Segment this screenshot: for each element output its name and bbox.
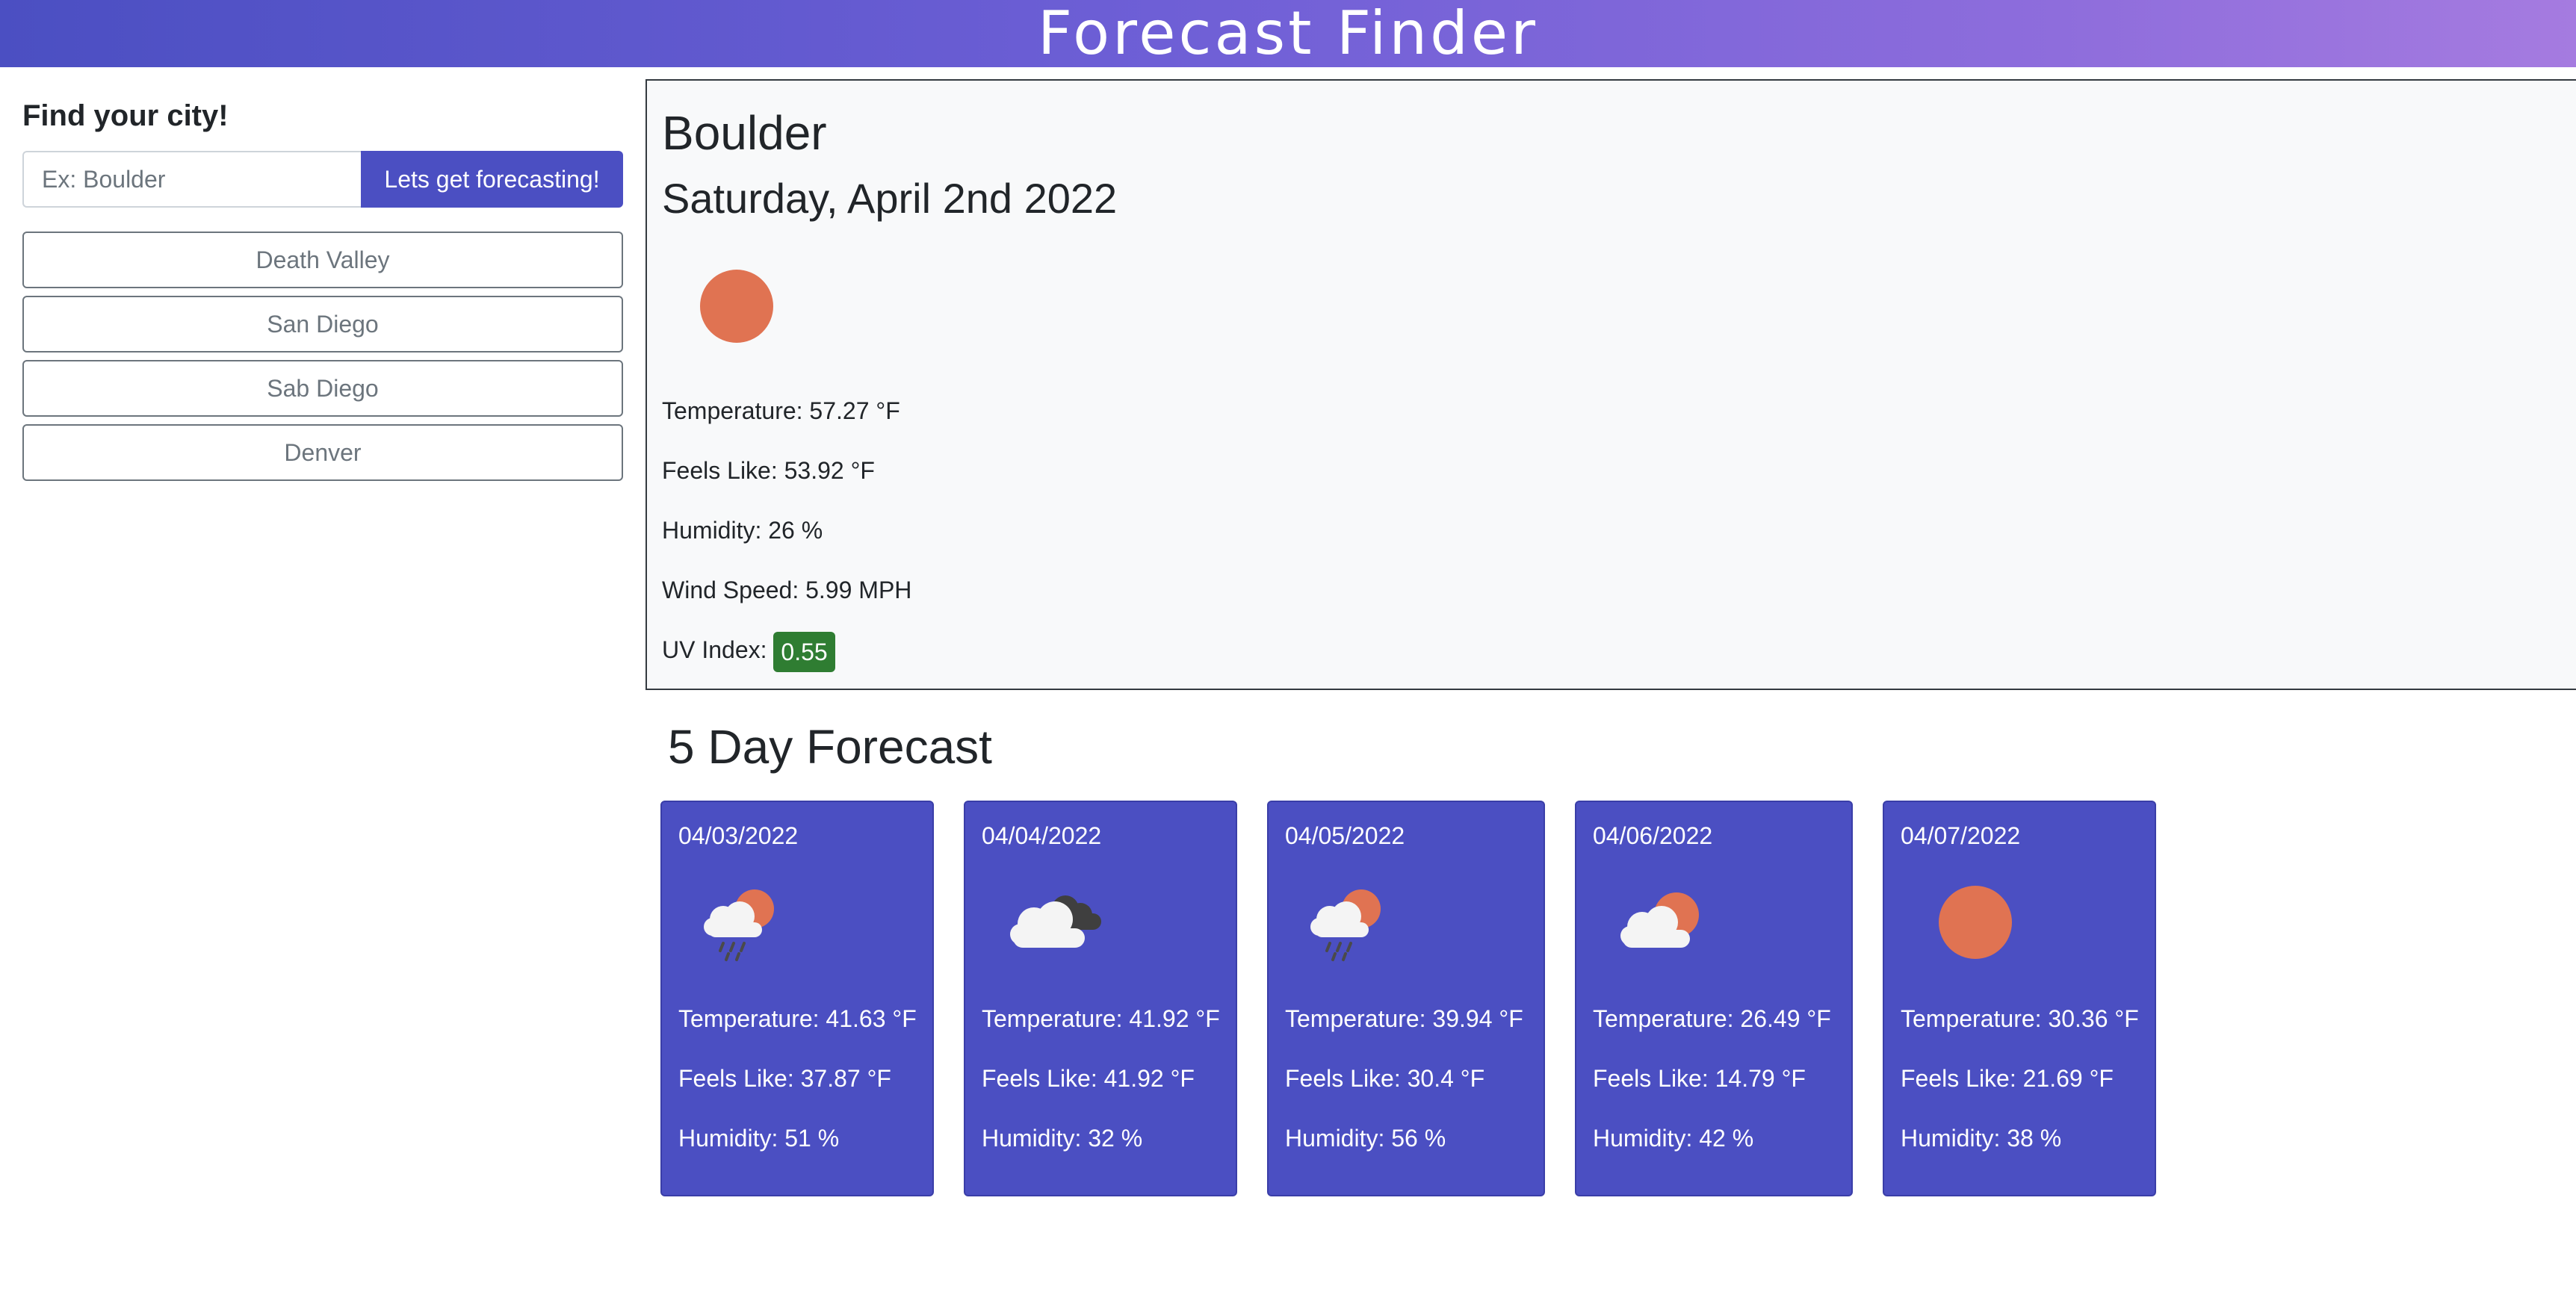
search-form: Lets get forecasting!: [22, 151, 623, 208]
history-item-death-valley[interactable]: Death Valley: [22, 232, 623, 288]
search-heading: Find your city!: [22, 99, 229, 132]
sidebar: Find your city! Lets get forecasting! De…: [22, 90, 623, 488]
current-wind-speed: Wind Speed: 5.99 MPH: [662, 577, 912, 603]
search-history: Death Valley San Diego Sab Diego Denver: [22, 232, 623, 481]
current-weather-panel: Boulder Saturday, April 2nd 2022 Tempera…: [645, 79, 2576, 690]
forecast-card: 04/03/2022 Temperature: 41.63 °F Feels L…: [660, 801, 934, 1196]
app-header: Forecast Finder: [0, 0, 2576, 67]
forecast-cards: 04/03/2022 Temperature: 41.63 °F Feels L…: [660, 801, 2156, 1196]
forecast-temperature: Temperature: 41.92 °F: [982, 1005, 1220, 1032]
history-item-denver[interactable]: Denver: [22, 424, 623, 481]
forecast-feels-like: Feels Like: 41.92 °F: [982, 1065, 1195, 1092]
broken-clouds-icon: [982, 854, 1219, 989]
forecast-feels-like: Feels Like: 30.4 °F: [1285, 1065, 1485, 1092]
partly-cloudy-icon: [1593, 854, 1835, 989]
forecast-card: 04/04/2022 Temperature: 41.92 °F Feels L…: [964, 801, 1237, 1196]
app-title: Forecast Finder: [1038, 0, 1538, 68]
uv-index-badge: 0.55: [773, 631, 835, 672]
city-search-input[interactable]: [22, 151, 361, 208]
forecast-date: 04/04/2022: [982, 822, 1102, 849]
forecast-humidity: Humidity: 38 %: [1901, 1125, 2062, 1152]
forecast-humidity: Humidity: 51 %: [678, 1125, 840, 1152]
forecast-temperature: Temperature: 26.49 °F: [1593, 1005, 1831, 1032]
city-name: Boulder: [662, 106, 827, 160]
forecast-temperature: Temperature: 39.94 °F: [1285, 1005, 1523, 1032]
current-uv-index: UV Index: 0.55: [662, 620, 2572, 680]
sun-icon: [1901, 854, 2138, 989]
forecast-humidity: Humidity: 42 %: [1593, 1125, 1754, 1152]
current-feels-like: Feels Like: 53.92 °F: [662, 457, 875, 484]
forecast-card: 04/06/2022 Temperature: 26.49 °F Feels L…: [1575, 801, 1853, 1196]
forecast-date: 04/06/2022: [1593, 822, 1713, 849]
forecast-humidity: Humidity: 56 %: [1285, 1125, 1446, 1152]
sun-icon: [662, 232, 811, 381]
forecast-humidity: Humidity: 32 %: [982, 1125, 1143, 1152]
forecast-date: 04/05/2022: [1285, 822, 1405, 849]
forecast-date: 04/03/2022: [678, 822, 799, 849]
forecast-temperature: Temperature: 41.63 °F: [678, 1005, 917, 1032]
forecast-feels-like: Feels Like: 14.79 °F: [1593, 1065, 1806, 1092]
history-item-sab-diego[interactable]: Sab Diego: [22, 360, 623, 417]
sun-cloud-rain-icon: [1285, 854, 1527, 989]
search-button[interactable]: Lets get forecasting!: [361, 151, 623, 208]
forecast-temperature: Temperature: 30.36 °F: [1901, 1005, 2139, 1032]
current-date: Saturday, April 2nd 2022: [662, 175, 1118, 222]
uv-index-label: UV Index:: [662, 636, 767, 663]
forecast-card: 04/05/2022 Temperature: 39.94 °F Feels L…: [1267, 801, 1545, 1196]
forecast-title: 5 Day Forecast: [668, 720, 992, 774]
forecast-feels-like: Feels Like: 37.87 °F: [678, 1065, 891, 1092]
history-item-san-diego[interactable]: San Diego: [22, 296, 623, 352]
forecast-date: 04/07/2022: [1901, 822, 2021, 849]
sun-cloud-rain-icon: [678, 854, 916, 989]
current-temperature: Temperature: 57.27 °F: [662, 397, 900, 424]
forecast-feels-like: Feels Like: 21.69 °F: [1901, 1065, 2114, 1092]
current-humidity: Humidity: 26 %: [662, 517, 823, 544]
forecast-card: 04/07/2022 Temperature: 30.36 °F Feels L…: [1883, 801, 2156, 1196]
